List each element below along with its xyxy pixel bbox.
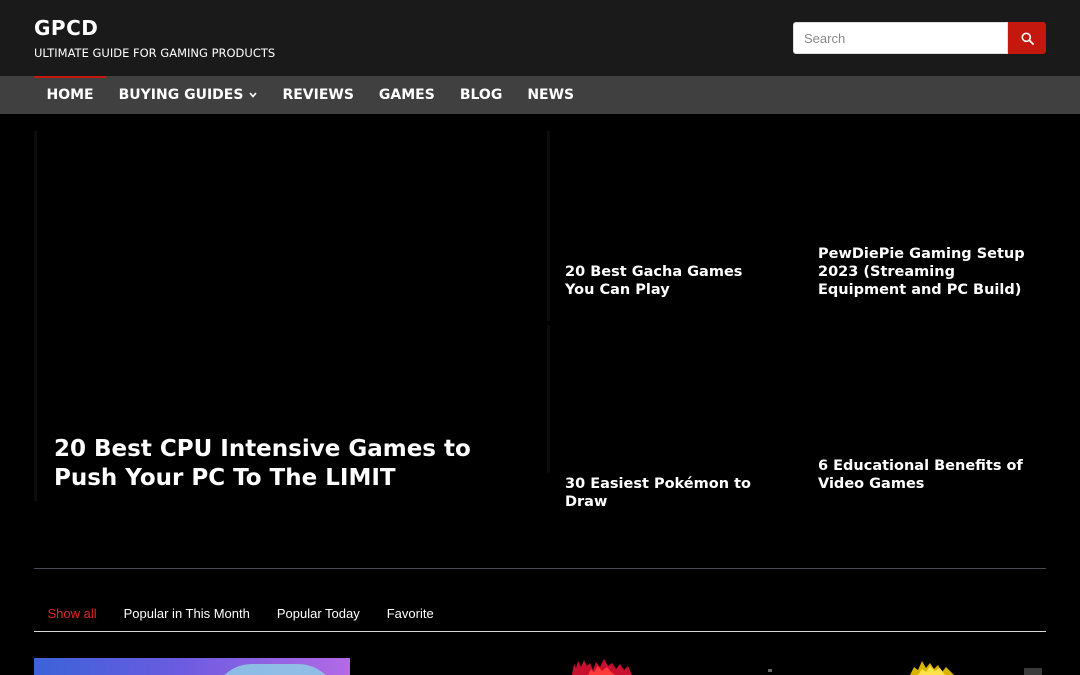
nav-item-label: NEWS — [527, 87, 575, 103]
featured-divider — [547, 325, 550, 473]
nav-item-news[interactable]: NEWS — [515, 76, 587, 114]
nav-item-label: REVIEWS — [282, 87, 354, 103]
search-input[interactable] — [793, 22, 1008, 54]
featured-post-title[interactable]: PewDiePie Gaming Setup 2023 (Streaming E… — [818, 245, 1040, 299]
nav-item-label: GAMES — [378, 87, 435, 103]
nav-item-buying-guides[interactable]: BUYING GUIDES — [106, 76, 270, 114]
featured-post-title[interactable]: 6 Educational Benefits of Video Games — [818, 457, 1028, 493]
nav-item-home[interactable]: HOME — [34, 76, 107, 114]
tab-popular-today[interactable]: Popular Today — [263, 604, 373, 631]
search-form — [793, 22, 1046, 54]
thumbnail-art — [768, 661, 1042, 675]
featured-post-title[interactable]: 20 Best Gacha Games You Can Play — [565, 263, 775, 299]
post-thumbnail[interactable] — [560, 658, 690, 675]
featured-post[interactable]: 30 Easiest Pokémon to Draw — [551, 325, 799, 510]
site-tagline: ULTIMATE GUIDE FOR GAMING PRODUCTS — [34, 46, 276, 60]
featured-main-title[interactable]: 20 Best CPU Intensive Games to Push Your… — [54, 435, 534, 493]
main-nav: HOME BUYING GUIDES REVIEWS GAMES BLOG NE… — [0, 76, 1080, 114]
nav-item-label: HOME — [46, 87, 94, 103]
post-thumbnail[interactable] — [760, 658, 1046, 675]
featured-post[interactable]: PewDiePie Gaming Setup 2023 (Streaming E… — [803, 131, 1046, 321]
featured-post[interactable]: 6 Educational Benefits of Video Games — [803, 325, 1046, 501]
site-header: GPCD ULTIMATE GUIDE FOR GAMING PRODUCTS — [0, 0, 1080, 76]
tab-show-all[interactable]: Show all — [34, 604, 110, 631]
tab-favorite[interactable]: Favorite — [373, 604, 447, 631]
site-logo[interactable]: GPCD — [34, 16, 98, 40]
search-button[interactable] — [1008, 22, 1046, 54]
post-thumbnail[interactable] — [34, 658, 350, 675]
featured-divider — [547, 131, 550, 321]
featured-main-post[interactable]: 20 Best CPU Intensive Games to Push Your… — [34, 131, 547, 501]
thumbnail-art — [212, 664, 338, 675]
section-divider — [34, 568, 1046, 569]
nav-item-reviews[interactable]: REVIEWS — [270, 76, 366, 114]
nav-item-blog[interactable]: BLOG — [447, 76, 515, 114]
featured-post[interactable]: 20 Best Gacha Games You Can Play — [551, 131, 799, 321]
nav-item-label: BLOG — [459, 87, 503, 103]
tab-popular-month[interactable]: Popular in This Month — [110, 604, 263, 631]
featured-post-title[interactable]: 30 Easiest Pokémon to Draw — [565, 475, 795, 511]
nav-item-label: BUYING GUIDES — [118, 87, 244, 103]
post-filter-tabs: Show all Popular in This Month Popular T… — [34, 604, 1046, 632]
nav-item-games[interactable]: GAMES — [366, 76, 447, 114]
thumbnail-art — [572, 659, 632, 675]
chevron-down-icon — [249, 92, 258, 98]
search-icon — [1021, 32, 1034, 45]
